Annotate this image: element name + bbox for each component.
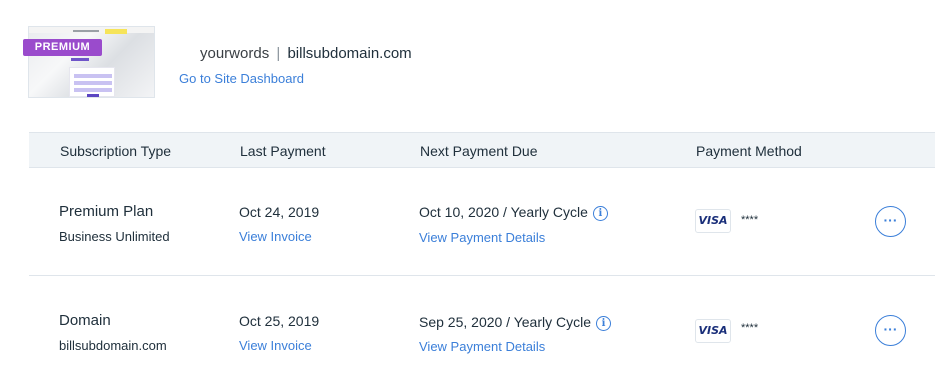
thumbnail-line bbox=[74, 81, 112, 85]
site-name: yourwords | billsubdomain.com bbox=[200, 45, 412, 62]
view-invoice-link[interactable]: View Invoice bbox=[239, 229, 312, 244]
thumbnail-card bbox=[69, 67, 115, 97]
next-payment-text: Oct 10, 2020 / Yearly Cycle bbox=[419, 204, 588, 220]
more-options-button[interactable]: ··· bbox=[875, 315, 906, 346]
subscriptions-table-header: Subscription Type Last Payment Next Paym… bbox=[29, 132, 935, 168]
table-row: Premium Plan Business Unlimited Oct 24, … bbox=[29, 168, 935, 276]
view-payment-details-link[interactable]: View Payment Details bbox=[419, 339, 545, 354]
column-header-next-payment-due: Next Payment Due bbox=[420, 143, 538, 159]
next-payment-due: Oct 10, 2020 / Yearly Cycle i bbox=[419, 204, 608, 221]
site-name-separator: | bbox=[276, 45, 281, 62]
next-payment-text: Sep 25, 2020 / Yearly Cycle bbox=[419, 314, 592, 330]
subscription-detail: billsubdomain.com bbox=[59, 338, 167, 353]
site-domain: billsubdomain.com bbox=[287, 45, 412, 62]
site-owner: yourwords bbox=[200, 45, 270, 62]
more-options-icon: ··· bbox=[883, 321, 898, 337]
info-icon[interactable]: i bbox=[596, 316, 612, 331]
thumbnail-title bbox=[73, 30, 99, 32]
view-invoice-link[interactable]: View Invoice bbox=[239, 338, 312, 353]
more-options-icon: ··· bbox=[883, 212, 898, 228]
thumbnail-line bbox=[74, 88, 112, 92]
subscription-type: Domain bbox=[59, 312, 111, 329]
card-masked-number: **** bbox=[741, 214, 759, 226]
info-icon[interactable]: i bbox=[592, 206, 608, 221]
card-masked-number: **** bbox=[741, 322, 759, 334]
site-thumbnail[interactable] bbox=[28, 26, 155, 98]
table-row: Domain billsubdomain.com Oct 25, 2019 Vi… bbox=[29, 277, 935, 378]
view-payment-details-link[interactable]: View Payment Details bbox=[419, 230, 545, 245]
visa-card-icon: VISA bbox=[695, 319, 731, 343]
thumbnail-accent bbox=[71, 58, 89, 61]
visa-card-icon: VISA bbox=[695, 209, 731, 233]
go-to-dashboard-link[interactable]: Go to Site Dashboard bbox=[179, 71, 304, 86]
more-options-button[interactable]: ··· bbox=[875, 206, 906, 237]
last-payment-date: Oct 24, 2019 bbox=[239, 204, 320, 220]
last-payment-date: Oct 25, 2019 bbox=[239, 313, 320, 329]
next-payment-due: Sep 25, 2020 / Yearly Cycle i bbox=[419, 314, 612, 331]
site-header: PREMIUM yourwords | billsubdomain.com Go… bbox=[23, 26, 928, 98]
thumbnail-banner bbox=[105, 29, 127, 34]
column-header-subscription-type: Subscription Type bbox=[60, 143, 172, 159]
subscription-type: Premium Plan bbox=[59, 203, 154, 220]
column-header-last-payment: Last Payment bbox=[240, 143, 326, 159]
premium-badge: PREMIUM bbox=[23, 39, 102, 56]
thumbnail-line bbox=[74, 74, 112, 78]
thumbnail-button bbox=[87, 94, 99, 97]
column-header-payment-method: Payment Method bbox=[696, 143, 802, 159]
subscription-detail: Business Unlimited bbox=[59, 229, 170, 244]
